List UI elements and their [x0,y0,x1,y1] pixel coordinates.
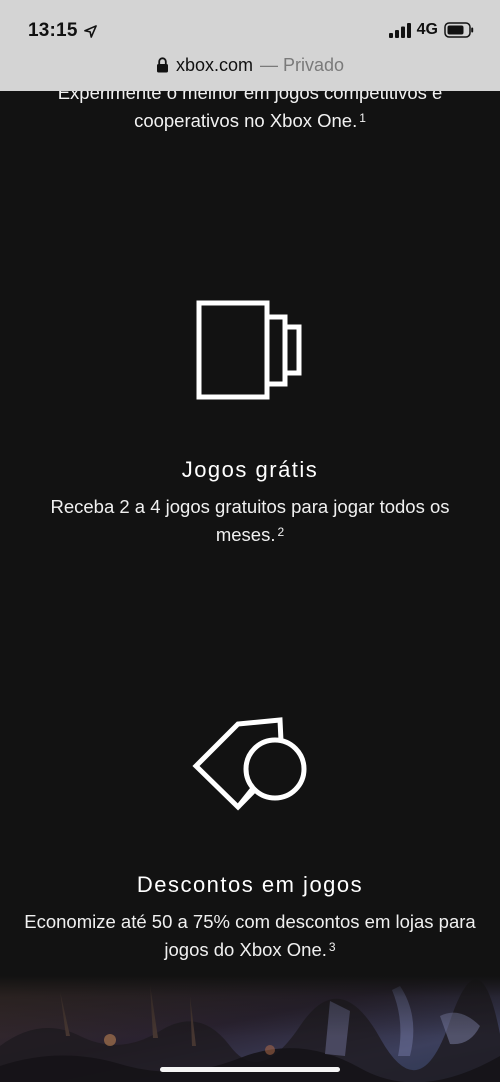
price-tag-icon [192,717,307,811]
status-time-group: 13:15 [28,20,97,42]
cellular-signal-icon [388,23,411,38]
private-mode-label: — Privado [259,54,345,75]
free-games-footnote: 2 [277,525,285,539]
intro-body: Experimente o melhor em jogos competitiv… [57,91,443,131]
free-games-description: Receba 2 a 4 jogos gratuitos para jogar … [20,493,480,551]
lock-icon [156,57,168,73]
status-bar: 13:15 4G [0,0,500,60]
discounts-description: Economize até 50 a 75% com descontos em … [20,908,480,966]
home-indicator[interactable] [160,1067,340,1072]
status-time: 13:15 [28,20,78,41]
intro-footnote: 1 [359,111,366,125]
battery-icon [444,22,474,38]
status-indicators: 4G [388,21,474,39]
location-arrow-icon [83,24,97,38]
free-games-title: Jogos grátis [181,457,319,482]
page-content: Experimente o melhor em jogos competitiv… [0,91,500,1082]
url-domain: xbox.com [175,54,253,75]
discounts-description-text: Economize até 50 a 75% com descontos em … [24,911,476,960]
free-games-description-text: Receba 2 a 4 jogos gratuitos para jogar … [50,496,450,545]
intro-text: Experimente o melhor em jogos competitiv… [20,91,480,137]
network-type: 4G [416,21,438,38]
game-cases-icon [196,300,302,400]
discounts-footnote: 3 [328,940,336,954]
discounts-title: Descontos em jogos [136,872,364,897]
address-bar[interactable]: xbox.com — Privado [0,53,500,77]
browser-chrome: 13:15 4G xbox.com — Privado [0,0,500,91]
